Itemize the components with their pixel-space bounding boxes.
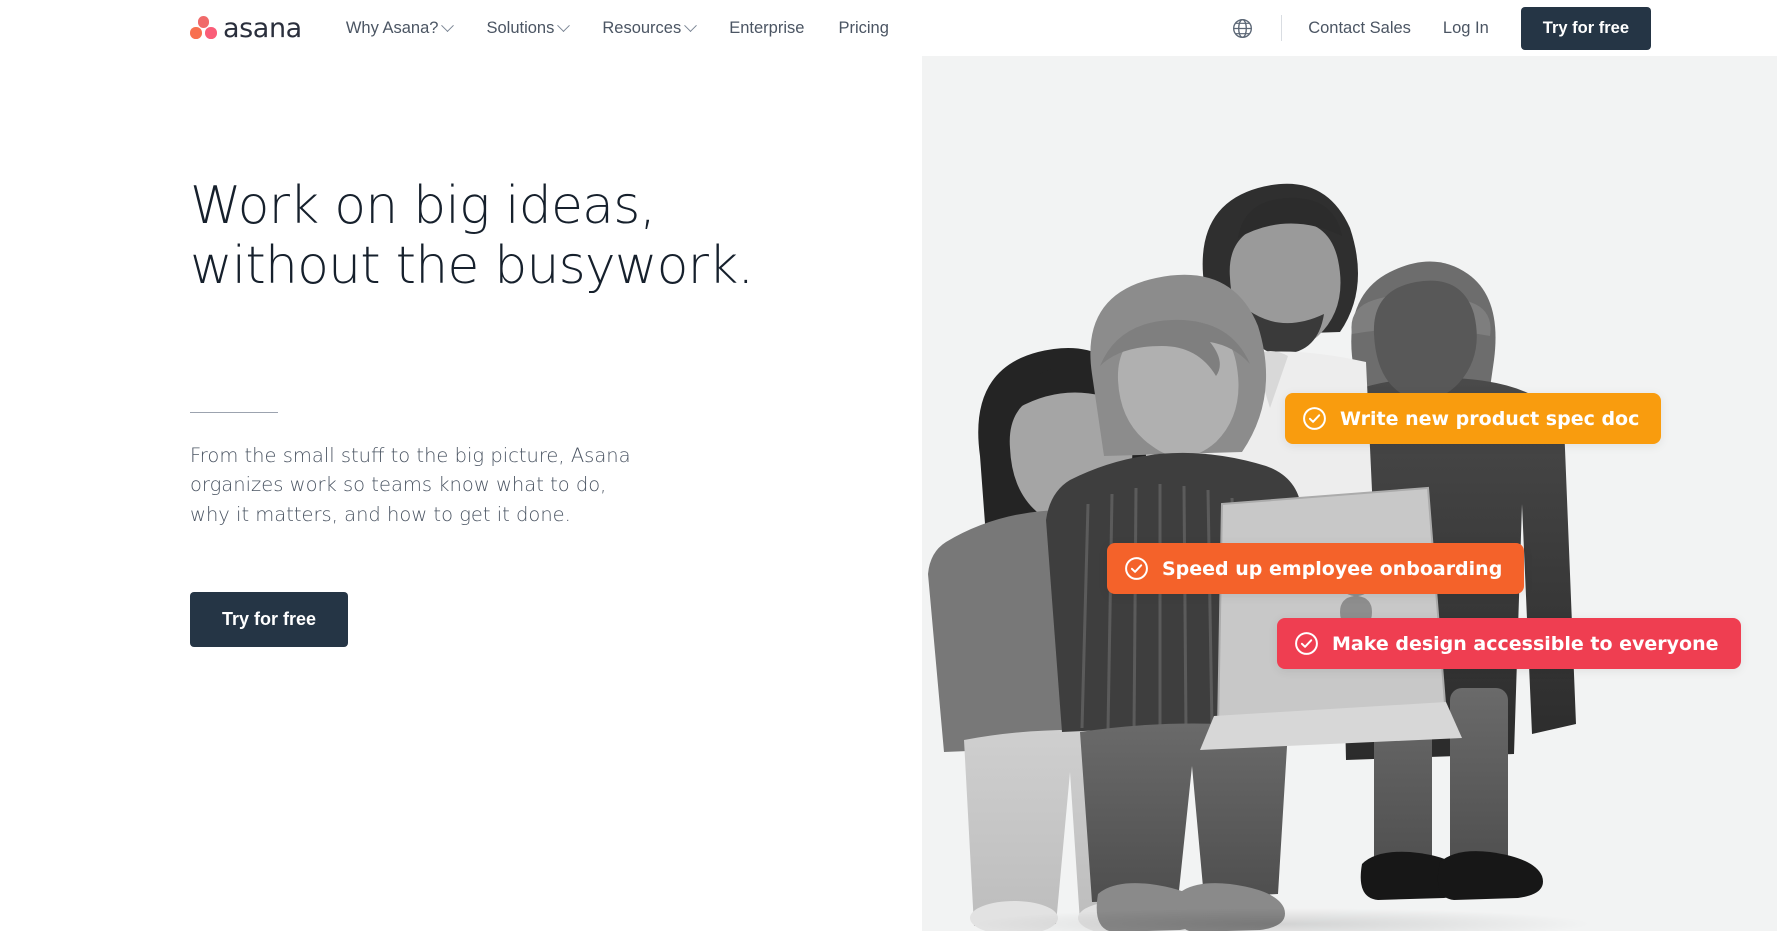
globe-icon bbox=[1232, 18, 1252, 38]
language-selector-button[interactable] bbox=[1225, 11, 1259, 45]
check-circle-icon bbox=[1125, 557, 1148, 580]
nav-try-for-free-button[interactable]: Try for free bbox=[1520, 6, 1651, 50]
hero-copy-column: Work on big ideas, without the busywork.… bbox=[190, 176, 810, 647]
chevron-down-icon bbox=[441, 18, 455, 32]
nav-right-actions: Contact Sales Log In Try for free bbox=[1225, 6, 1651, 50]
nav-item-label: Resources bbox=[602, 18, 682, 37]
chevron-down-icon bbox=[684, 18, 698, 32]
nav-item-label: Enterprise bbox=[729, 18, 805, 37]
check-circle-icon bbox=[1295, 632, 1318, 655]
nav-item-why-asana[interactable]: Why Asana? bbox=[345, 18, 455, 38]
check-circle-icon bbox=[1303, 407, 1326, 430]
top-navigation-bar: asana Why Asana? Solutions Resources Ent… bbox=[0, 0, 1777, 56]
nav-item-label: Why Asana? bbox=[345, 18, 439, 37]
hero-subheadline: From the small stuff to the big picture,… bbox=[190, 443, 631, 526]
nav-item-solutions[interactable]: Solutions bbox=[486, 18, 571, 38]
asana-wordmark: asana bbox=[223, 12, 302, 44]
log-in-link[interactable]: Log In bbox=[1443, 19, 1489, 38]
hero-section: Work on big ideas, without the busywork.… bbox=[0, 56, 1777, 931]
team-photo: Write new product spec doc Speed up empl… bbox=[922, 56, 1777, 931]
nav-item-label: Solutions bbox=[486, 18, 555, 37]
chevron-down-icon bbox=[557, 18, 571, 32]
nav-divider bbox=[1281, 15, 1283, 41]
task-badge-speed-up-employee-onboarding[interactable]: Speed up employee onboarding bbox=[1107, 543, 1525, 594]
hero-divider-rule bbox=[190, 411, 278, 413]
nav-item-resources[interactable]: Resources bbox=[602, 18, 698, 38]
task-badge-label: Write new product spec doc bbox=[1340, 407, 1640, 430]
nav-item-label: Pricing bbox=[838, 18, 889, 37]
team-photo-illustration bbox=[928, 183, 1592, 931]
hero-headline: Work on big ideas, without the busywork. bbox=[190, 176, 754, 297]
task-badge-label: Speed up employee onboarding bbox=[1162, 557, 1503, 580]
asana-logo[interactable]: asana bbox=[190, 13, 302, 44]
asana-logo-dots-icon bbox=[190, 16, 217, 40]
task-badge-label: Make design accessible to everyone bbox=[1332, 632, 1719, 655]
primary-nav-links: Why Asana? Solutions Resources Enterpris… bbox=[346, 19, 889, 38]
task-badge-write-new-product-spec-doc[interactable]: Write new product spec doc bbox=[1285, 393, 1662, 444]
task-badge-make-design-accessible-to-everyone[interactable]: Make design accessible to everyone bbox=[1277, 618, 1741, 669]
hero-media-panel: Write new product spec doc Speed up empl… bbox=[922, 56, 1777, 931]
nav-item-pricing[interactable]: Pricing bbox=[838, 19, 888, 38]
nav-item-enterprise[interactable]: Enterprise bbox=[729, 19, 804, 38]
contact-sales-link[interactable]: Contact Sales bbox=[1308, 19, 1411, 38]
hero-try-for-free-button[interactable]: Try for free bbox=[190, 591, 349, 647]
